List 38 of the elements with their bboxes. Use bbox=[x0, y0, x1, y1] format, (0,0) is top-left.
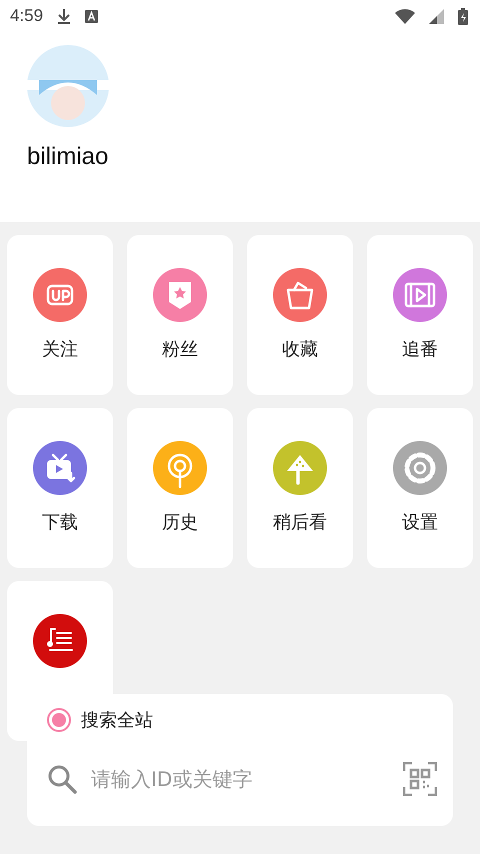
menu-card[interactable]: 历史 bbox=[127, 408, 233, 568]
melon-icon bbox=[273, 441, 327, 495]
avatar[interactable] bbox=[27, 45, 109, 127]
radio-button[interactable] bbox=[47, 708, 71, 732]
badge-icon bbox=[153, 268, 207, 322]
radio-icon bbox=[153, 441, 207, 495]
gear-icon bbox=[393, 441, 447, 495]
menu-label: 稍后看 bbox=[273, 511, 327, 534]
menu-card[interactable]: 关注 bbox=[7, 235, 113, 395]
menu-card[interactable]: 追番 bbox=[367, 235, 473, 395]
status-time: 4:59 bbox=[10, 6, 44, 26]
search-scope-label: 搜索全站 bbox=[81, 709, 153, 732]
lyrics-icon bbox=[33, 614, 87, 668]
bucket-icon bbox=[273, 268, 327, 322]
menu-label: 收藏 bbox=[282, 338, 318, 361]
user-name: bilimiao bbox=[27, 143, 110, 171]
film-icon bbox=[393, 268, 447, 322]
menu-card[interactable]: 稍后看 bbox=[247, 408, 353, 568]
menu-card[interactable]: 粉丝 bbox=[127, 235, 233, 395]
menu-card[interactable]: 收藏 bbox=[247, 235, 353, 395]
keyboard-icon bbox=[85, 10, 98, 22]
menu-label: 追番 bbox=[402, 338, 438, 361]
menu-label: 粉丝 bbox=[162, 338, 198, 361]
download-icon bbox=[57, 8, 72, 24]
menu-label: 设置 bbox=[402, 511, 438, 534]
menu-card[interactable]: 设置 bbox=[367, 408, 473, 568]
search-field[interactable]: 请输入ID或关键字 bbox=[91, 767, 389, 791]
menu-label: 下载 bbox=[42, 511, 78, 534]
menu-label: 关注 bbox=[42, 338, 78, 361]
up-icon bbox=[33, 268, 87, 322]
signal-icon bbox=[429, 8, 444, 24]
wifi-icon bbox=[395, 8, 415, 24]
battery-icon bbox=[458, 8, 468, 24]
menu-card[interactable]: 下载 bbox=[7, 408, 113, 568]
search-icon bbox=[47, 764, 77, 794]
menu-label: 历史 bbox=[162, 511, 198, 534]
qr-code-icon[interactable] bbox=[403, 762, 437, 796]
tv-icon bbox=[33, 441, 87, 495]
